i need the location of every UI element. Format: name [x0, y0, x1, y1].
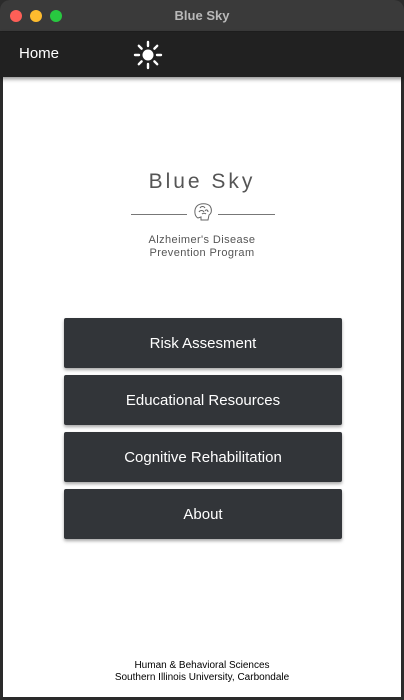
logo-subtitle-line1: Alzheimer's Disease — [148, 234, 256, 246]
risk-assessment-button[interactable]: Risk Assesment — [64, 318, 342, 368]
window-titlebar[interactable]: Blue Sky — [0, 0, 404, 32]
logo-subtitle-line2: Prevention Program — [149, 247, 255, 259]
logo-divider-right — [218, 214, 275, 215]
app-window: Blue Sky Home Blue Sky Alzheimer's Disea… — [0, 0, 404, 700]
footer: Human & Behavioral Sciences Southern Ill… — [3, 660, 401, 684]
footer-line2: Southern Illinois University, Carbondale — [114, 672, 290, 683]
cognitive-rehabilitation-button[interactable]: Cognitive Rehabilitation — [64, 432, 342, 482]
educational-resources-button[interactable]: Educational Resources — [64, 375, 342, 425]
logo-title: Blue Sky — [148, 170, 256, 193]
home-link[interactable]: Home — [19, 45, 59, 62]
about-button[interactable]: About — [64, 489, 342, 539]
app-bar: Home — [0, 32, 404, 77]
logo-divider-left — [131, 214, 187, 215]
window-title: Blue Sky — [174, 8, 230, 23]
sun-icon[interactable] — [133, 40, 163, 70]
brain-icon — [192, 201, 214, 223]
logo-subtitle: Alzheimer's Disease Prevention Program — [3, 234, 401, 260]
footer-line1: Human & Behavioral Sciences — [134, 660, 270, 671]
main-content: Blue Sky Alzheimer's Disease Prevention … — [3, 77, 401, 697]
